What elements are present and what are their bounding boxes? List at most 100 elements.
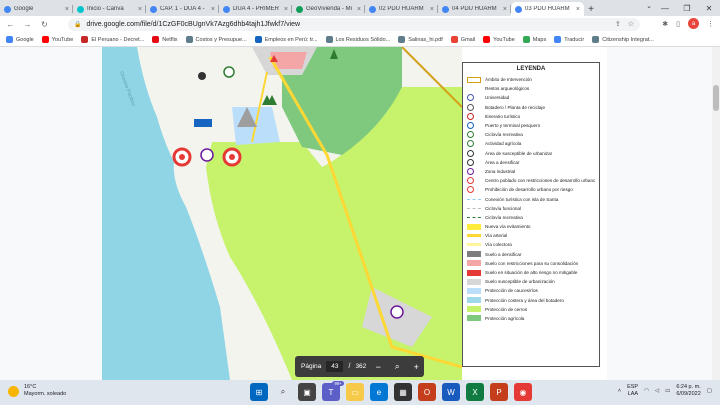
close-icon[interactable]: × [430, 6, 434, 13]
clock[interactable]: 6:24 p. m. 6/09/2022 [676, 384, 700, 398]
bookmark-item[interactable]: Gmail [450, 36, 475, 43]
bookmark-star-icon[interactable]: ☆ [628, 20, 634, 28]
legend-swatch [467, 158, 474, 166]
bookmark-label: Google [16, 36, 34, 43]
back-icon[interactable]: ← [4, 18, 17, 31]
page-navigation-bar: Página 43 / 362 − ⌕ + [295, 356, 424, 377]
share-icon[interactable]: ⇪ [615, 20, 621, 28]
close-icon[interactable]: × [357, 6, 361, 13]
tab-favicon [515, 5, 522, 13]
bookmark-item[interactable]: YouTube [483, 36, 515, 43]
bookmark-favicon [81, 36, 89, 43]
bookmark-item[interactable]: El Peruano - Decret... [81, 36, 144, 43]
legend-label: Ámbito de Intervención [485, 77, 532, 83]
tab-title: DUA 4 - PRIMER [233, 6, 280, 12]
tab-7[interactable]: 03 PDU HUARM × [511, 2, 584, 16]
legend-item: Prohibición de desarrollo urbano por rie… [467, 185, 595, 194]
sidebar-icon[interactable]: ▯ [676, 20, 680, 28]
bookmark-item[interactable]: Traducir [554, 36, 584, 43]
legend-swatch [467, 131, 474, 139]
legend-swatch [467, 243, 481, 247]
weather-widget[interactable]: 16°C Mayorm. soleado [8, 384, 66, 398]
start-icon[interactable]: ⊞ [250, 383, 268, 401]
office-icon[interactable]: O [418, 383, 436, 401]
tray-chevron-icon[interactable]: ˄ [618, 388, 621, 394]
port-icon [194, 119, 212, 127]
bookmark-favicon [522, 36, 530, 43]
bookmark-label: YouTube [493, 36, 515, 43]
tab-4[interactable]: GeoVivienda - Mi × [292, 2, 365, 16]
bookmark-item[interactable]: Costos y Presupue... [185, 36, 247, 43]
tab-title: CAP. 1 - DUA 4 - [160, 6, 205, 12]
wifi-icon[interactable]: ◠ [644, 388, 649, 394]
bookmark-item[interactable]: Google [6, 36, 34, 43]
legend-item: Protección costera y área del botadero [467, 296, 595, 305]
zoom-in-icon[interactable]: + [409, 362, 423, 372]
zoom-out-icon[interactable]: − [371, 362, 385, 372]
address-bar[interactable]: 🔒 drive.google.com/file/d/1CzGF0cBUgnVk7… [68, 18, 640, 31]
bookmark-item[interactable]: Los Residuos Sólido... [325, 36, 390, 43]
bookmark-favicon [325, 36, 333, 43]
tab-1[interactable]: Inicio - Canva × [73, 2, 146, 16]
window-close-icon[interactable]: ✕ [698, 0, 720, 16]
restore-icon[interactable]: ❐ [676, 0, 698, 16]
legend-item: Protección agrícola [467, 314, 595, 323]
bookmark-label: Netflix [162, 36, 178, 43]
extensions-icon[interactable]: ✱ [662, 20, 668, 28]
legend-label: Vía arterial [485, 233, 508, 239]
tab-0[interactable]: Google × [0, 2, 73, 16]
forward-icon[interactable]: → [21, 18, 34, 31]
menu-icon[interactable]: ⋮ [707, 20, 714, 28]
volume-icon[interactable]: ◁ [655, 388, 659, 394]
tab-6[interactable]: 04 PDU HUARM × [438, 2, 511, 16]
word-icon[interactable]: W [442, 383, 460, 401]
bookmark-item[interactable]: Netflix [152, 36, 178, 43]
close-icon[interactable]: × [576, 6, 580, 13]
system-tray: ˄ ESP LAA ◠ ◁ ▭ 6:24 p. m. 6/09/2022 ▢ [618, 384, 712, 398]
legend-item: Vía arterial [467, 231, 595, 240]
profile-avatar[interactable]: a [688, 18, 699, 29]
bookmark-item[interactable]: YouTube [41, 36, 73, 43]
tab-3[interactable]: DUA 4 - PRIMER × [219, 2, 292, 16]
bookmark-label: El Peruano - Decret... [91, 36, 145, 43]
store-icon[interactable]: ▦ [394, 383, 412, 401]
close-icon[interactable]: × [211, 6, 215, 13]
notifications-icon[interactable]: ▢ [707, 388, 712, 394]
tab-search-icon[interactable]: ⌄ [646, 2, 652, 10]
scrollbar[interactable] [712, 47, 720, 380]
bookmark-item[interactable]: Citizenship Integrat... [592, 36, 654, 43]
legend-item: Suelo a densificar [467, 250, 595, 259]
lock-icon[interactable]: 🔒 [74, 21, 81, 28]
bookmark-item[interactable]: Empleos en Perú: tr... [254, 36, 318, 43]
edge-icon[interactable]: e [370, 383, 388, 401]
teams-icon[interactable]: T 99+ [322, 381, 344, 401]
chrome-icon[interactable]: ◉ [514, 383, 532, 401]
tab-2[interactable]: CAP. 1 - DUA 4 - × [146, 2, 219, 16]
tab-5[interactable]: 02 PDU HUARM × [365, 2, 438, 16]
excel-icon[interactable]: X [466, 383, 484, 401]
task-view-icon[interactable]: ▣ [298, 383, 316, 401]
minimize-icon[interactable]: — [654, 0, 676, 16]
close-icon[interactable]: × [284, 6, 288, 13]
zoom-search-icon[interactable]: ⌕ [390, 361, 404, 372]
keyboard-layout[interactable]: LAA [628, 391, 638, 397]
powerpoint-icon[interactable]: P [490, 383, 508, 401]
new-tab-button[interactable]: + [584, 2, 598, 16]
battery-icon[interactable]: ▭ [665, 388, 670, 394]
legend-swatch [467, 287, 481, 294]
scrollbar-thumb[interactable] [713, 85, 719, 111]
legend-list: Ámbito de Intervención Restos arqueológic… [467, 75, 595, 323]
legend-swatch [467, 112, 474, 120]
bookmark-item[interactable]: Salinas_hi.pdf [398, 36, 443, 43]
close-icon[interactable]: × [65, 6, 69, 13]
bookmark-item[interactable]: Maps [522, 36, 546, 43]
close-icon[interactable]: × [503, 6, 507, 13]
language-code[interactable]: ESP [627, 384, 638, 390]
close-icon[interactable]: × [138, 6, 142, 13]
search-icon[interactable]: ⌕ [274, 383, 292, 401]
legend-item: Ciclovía funcional [467, 204, 595, 213]
industrial-marker-1 [200, 148, 214, 162]
page-number-input[interactable]: 43 [326, 361, 344, 372]
reload-icon[interactable]: ↻ [38, 18, 51, 31]
file-explorer-icon[interactable]: ▭ [346, 383, 364, 401]
